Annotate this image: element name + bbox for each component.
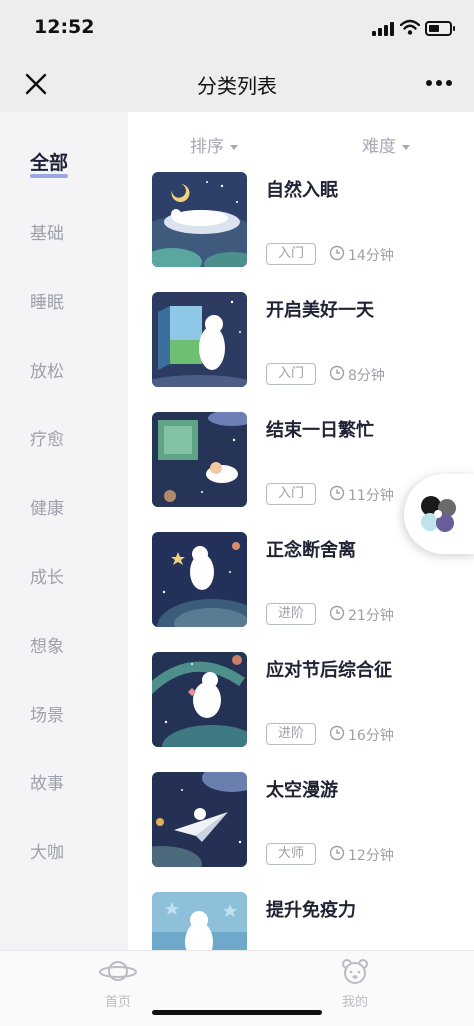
sidebar-item-basic[interactable]: 基础: [30, 219, 64, 244]
sidebar-item-story[interactable]: 故事: [30, 769, 64, 794]
level-badge: 进阶: [266, 723, 316, 745]
sidebar-item-sleep[interactable]: 睡眠: [30, 288, 64, 313]
course-title: 太空漫游: [266, 780, 338, 801]
meditation-logo-icon: [421, 496, 456, 532]
course-card[interactable]: 太空漫游 大师 12分钟: [152, 772, 474, 868]
level-badge: 大师: [266, 843, 316, 865]
level-badge: 进阶: [266, 603, 316, 625]
floating-player-button[interactable]: [404, 474, 474, 554]
sleeping-bear-image: [152, 172, 247, 267]
course-title: 开启美好一天: [266, 300, 374, 321]
course-thumbnail: [152, 292, 247, 387]
signal-icon: [372, 22, 396, 36]
sidebar-item-all[interactable]: 全部: [30, 148, 69, 178]
difficulty-label: 难度: [362, 137, 396, 157]
bear-paper-plane-image: [152, 772, 247, 867]
sidebar-item-growth[interactable]: 成长: [30, 563, 64, 588]
status-bar: 12:52: [0, 0, 474, 58]
bear-at-door-image: [152, 292, 247, 387]
sidebar-item-relax[interactable]: 放松: [30, 357, 64, 382]
bear-immunity-image: [152, 892, 247, 950]
level-badge: 入门: [266, 363, 316, 385]
course-thumbnail: [152, 772, 247, 867]
tab-mine[interactable]: 我的: [325, 957, 385, 1010]
course-duration: 21分钟: [348, 608, 394, 624]
clock-icon: [329, 605, 345, 621]
status-time: 12:52: [34, 16, 95, 38]
course-card[interactable]: 自然入眠 入门 14分钟: [152, 172, 474, 268]
sidebar-item-imagination[interactable]: 想象: [30, 632, 64, 657]
course-title: 应对节后综合征: [266, 660, 392, 681]
sort-label: 排序: [190, 137, 224, 157]
course-duration: 14分钟: [348, 248, 394, 264]
course-duration: 16分钟: [348, 728, 394, 744]
course-duration: 12分钟: [348, 848, 394, 864]
course-duration: 8分钟: [348, 368, 385, 384]
tab-home[interactable]: 首页: [88, 957, 148, 1010]
sidebar-item-expert[interactable]: 大咖: [30, 838, 64, 863]
clock-icon: [329, 245, 345, 261]
course-thumbnail: [152, 532, 247, 627]
course-title: 自然入眠: [266, 180, 338, 201]
course-title: 正念断舍离: [266, 540, 356, 561]
level-badge: 入门: [266, 483, 316, 505]
course-thumbnail: [152, 892, 247, 950]
bear-floating-box-image: [152, 412, 247, 507]
planet-icon: [99, 961, 137, 981]
chevron-down-icon: [402, 144, 410, 150]
clock-icon: [329, 485, 345, 501]
course-title: 结束一日繁忙: [266, 420, 374, 441]
nav-bar: 分类列表: [0, 58, 474, 112]
clock-icon: [329, 845, 345, 861]
sort-dropdown[interactable]: 排序: [190, 132, 238, 157]
category-sidebar: 全部 基础 睡眠 放松 疗愈 健康 成长 想象 场景 故事 大咖: [0, 112, 128, 950]
difficulty-dropdown[interactable]: 难度: [362, 132, 410, 157]
course-thumbnail: [152, 412, 247, 507]
bear-on-ring-image: [152, 652, 247, 747]
clock-icon: [329, 365, 345, 381]
sidebar-item-scene[interactable]: 场景: [30, 701, 64, 726]
course-thumbnail: [152, 652, 247, 747]
page-title: 分类列表: [197, 74, 277, 98]
home-indicator: [152, 1010, 322, 1015]
tab-mine-label: 我的: [341, 995, 368, 1010]
course-card[interactable]: 提升免疫力: [152, 892, 474, 950]
bear-star-image: [152, 532, 247, 627]
level-badge: 入门: [266, 243, 316, 265]
sidebar-item-health[interactable]: 健康: [30, 494, 64, 519]
course-thumbnail: [152, 172, 247, 267]
sidebar-item-healing[interactable]: 疗愈: [30, 425, 64, 450]
more-icon[interactable]: [424, 80, 454, 88]
tab-home-label: 首页: [104, 995, 131, 1010]
wifi-icon: [400, 19, 420, 35]
course-duration: 11分钟: [348, 488, 394, 504]
course-card[interactable]: 应对节后综合征 进阶 16分钟: [152, 652, 474, 748]
course-title: 提升免疫力: [266, 900, 356, 921]
chevron-down-icon: [230, 144, 238, 150]
battery-icon: [425, 21, 455, 36]
clock-icon: [329, 725, 345, 741]
course-card[interactable]: 开启美好一天 入门 8分钟: [152, 292, 474, 388]
bear-face-icon: [342, 959, 368, 984]
